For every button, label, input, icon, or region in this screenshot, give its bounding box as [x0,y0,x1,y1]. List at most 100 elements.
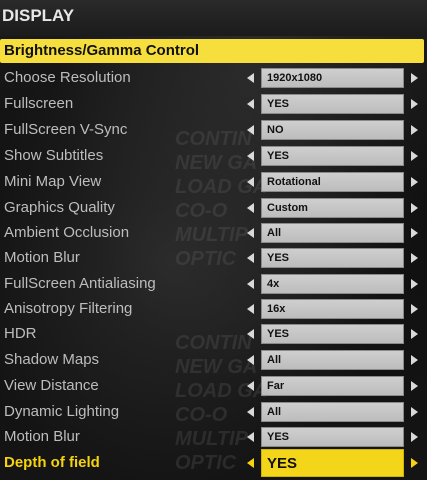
setting-label: Graphics Quality [4,199,115,216]
setting-value-text: YES [267,98,290,110]
arrow-left-icon[interactable] [247,99,254,109]
setting-value-text: All [267,227,282,239]
setting-value[interactable]: 4x [261,274,404,294]
arrow-left-icon[interactable] [247,381,254,391]
arrow-right-icon[interactable] [411,253,418,263]
setting-row[interactable]: Ambient Occlusion All [0,221,427,245]
arrow-right-icon[interactable] [411,381,418,391]
setting-value[interactable]: 16x [261,299,404,319]
game-settings-screen: CONTIN NEW GA LOAD GA CO-O MULTIP OPTIC … [0,0,427,480]
setting-label: Fullscreen [4,95,74,112]
setting-value[interactable]: Custom [261,198,404,218]
arrow-right-icon[interactable] [411,304,418,314]
setting-label: FullScreen V-Sync [4,121,128,138]
arrow-right-icon[interactable] [411,99,418,109]
setting-label: Show Subtitles [4,147,104,164]
setting-value[interactable]: YES [261,248,404,268]
setting-value[interactable]: Far [261,376,404,396]
arrow-right-icon[interactable] [411,279,418,289]
setting-value-text: Custom [267,202,308,214]
setting-row[interactable]: Choose Resolution 1920x1080 [0,66,427,90]
setting-value[interactable]: All [261,350,404,370]
arrow-right-icon[interactable] [411,355,418,365]
page-title: DISPLAY [2,6,75,25]
setting-value-text: 1920x1080 [267,72,323,84]
setting-value[interactable]: YES [261,94,404,114]
setting-value[interactable]: YES [261,427,404,447]
arrow-left-icon[interactable] [247,458,254,468]
setting-value[interactable]: 1920x1080 [261,68,404,88]
arrow-right-icon[interactable] [411,458,418,468]
setting-row-active[interactable]: Depth of field YES [0,449,427,477]
setting-value-text: YES [267,150,290,162]
setting-value-text: YES [267,328,290,340]
arrow-right-icon[interactable] [411,125,418,135]
setting-row[interactable]: Show Subtitles YES [0,144,427,168]
setting-value[interactable]: All [261,223,404,243]
setting-value-text: NO [267,124,284,136]
header-bar: DISPLAY [0,0,427,36]
arrow-left-icon[interactable] [247,355,254,365]
arrow-right-icon[interactable] [411,73,418,83]
setting-label: View Distance [4,377,99,394]
arrow-left-icon[interactable] [247,203,254,213]
arrow-left-icon[interactable] [247,407,254,417]
setting-value-text: YES [267,431,290,443]
setting-label: Ambient Occlusion [4,224,130,241]
arrow-right-icon[interactable] [411,228,418,238]
setting-label: Anisotropy Filtering [4,300,133,317]
arrow-left-icon[interactable] [247,73,254,83]
setting-row[interactable]: Dynamic Lighting All [0,400,427,424]
setting-label: HDR [4,325,37,342]
setting-label: Shadow Maps [4,351,100,368]
setting-row[interactable]: Shadow Maps All [0,348,427,372]
arrow-left-icon[interactable] [247,125,254,135]
arrow-left-icon[interactable] [247,329,254,339]
arrow-left-icon[interactable] [247,253,254,263]
setting-value[interactable]: YES [261,146,404,166]
arrow-left-icon[interactable] [247,304,254,314]
arrow-right-icon[interactable] [411,432,418,442]
arrow-right-icon[interactable] [411,407,418,417]
setting-row[interactable]: Motion Blur YES [0,246,427,270]
setting-row[interactable]: FullScreen Antialiasing 4x [0,272,427,296]
setting-row[interactable]: Motion Blur YES [0,425,427,449]
setting-label: Motion Blur [4,249,80,266]
arrow-right-icon[interactable] [411,177,418,187]
setting-row[interactable]: FullScreen V-Sync NO [0,118,427,142]
arrow-left-icon[interactable] [247,177,254,187]
arrow-left-icon[interactable] [247,228,254,238]
setting-label: Choose Resolution [4,69,131,86]
setting-row[interactable]: Mini Map View Rotational [0,170,427,194]
brightness-gamma-button[interactable]: Brightness/Gamma Control [0,39,424,63]
arrow-left-icon[interactable] [247,151,254,161]
setting-value-text: 4x [267,278,280,290]
setting-value-text: 16x [267,303,286,315]
arrow-right-icon[interactable] [411,329,418,339]
setting-value-text: Rotational [267,176,321,188]
setting-label: Mini Map View [4,173,102,190]
arrow-right-icon[interactable] [411,151,418,161]
setting-row[interactable]: View Distance Far [0,374,427,398]
setting-row[interactable]: Fullscreen YES [0,92,427,116]
arrow-left-icon[interactable] [247,279,254,289]
setting-label: FullScreen Antialiasing [4,275,156,292]
setting-value[interactable]: YES [261,324,404,344]
setting-label: Depth of field [4,454,100,471]
setting-label: Motion Blur [4,428,80,445]
arrow-right-icon[interactable] [411,203,418,213]
setting-value[interactable]: NO [261,120,404,140]
setting-row[interactable]: Anisotropy Filtering 16x [0,297,427,321]
setting-row[interactable]: Graphics Quality Custom [0,196,427,220]
setting-value[interactable]: Rotational [261,172,404,192]
brightness-gamma-label: Brightness/Gamma Control [4,42,200,59]
arrow-left-icon[interactable] [247,432,254,442]
setting-value-text: All [267,354,282,366]
setting-value-text: YES [267,455,298,472]
setting-label: Dynamic Lighting [4,403,120,420]
setting-value-text: YES [267,252,290,264]
setting-value[interactable]: All [261,402,404,422]
setting-row[interactable]: HDR YES [0,322,427,346]
setting-value-text: Far [267,380,285,392]
setting-value[interactable]: YES [261,449,404,477]
